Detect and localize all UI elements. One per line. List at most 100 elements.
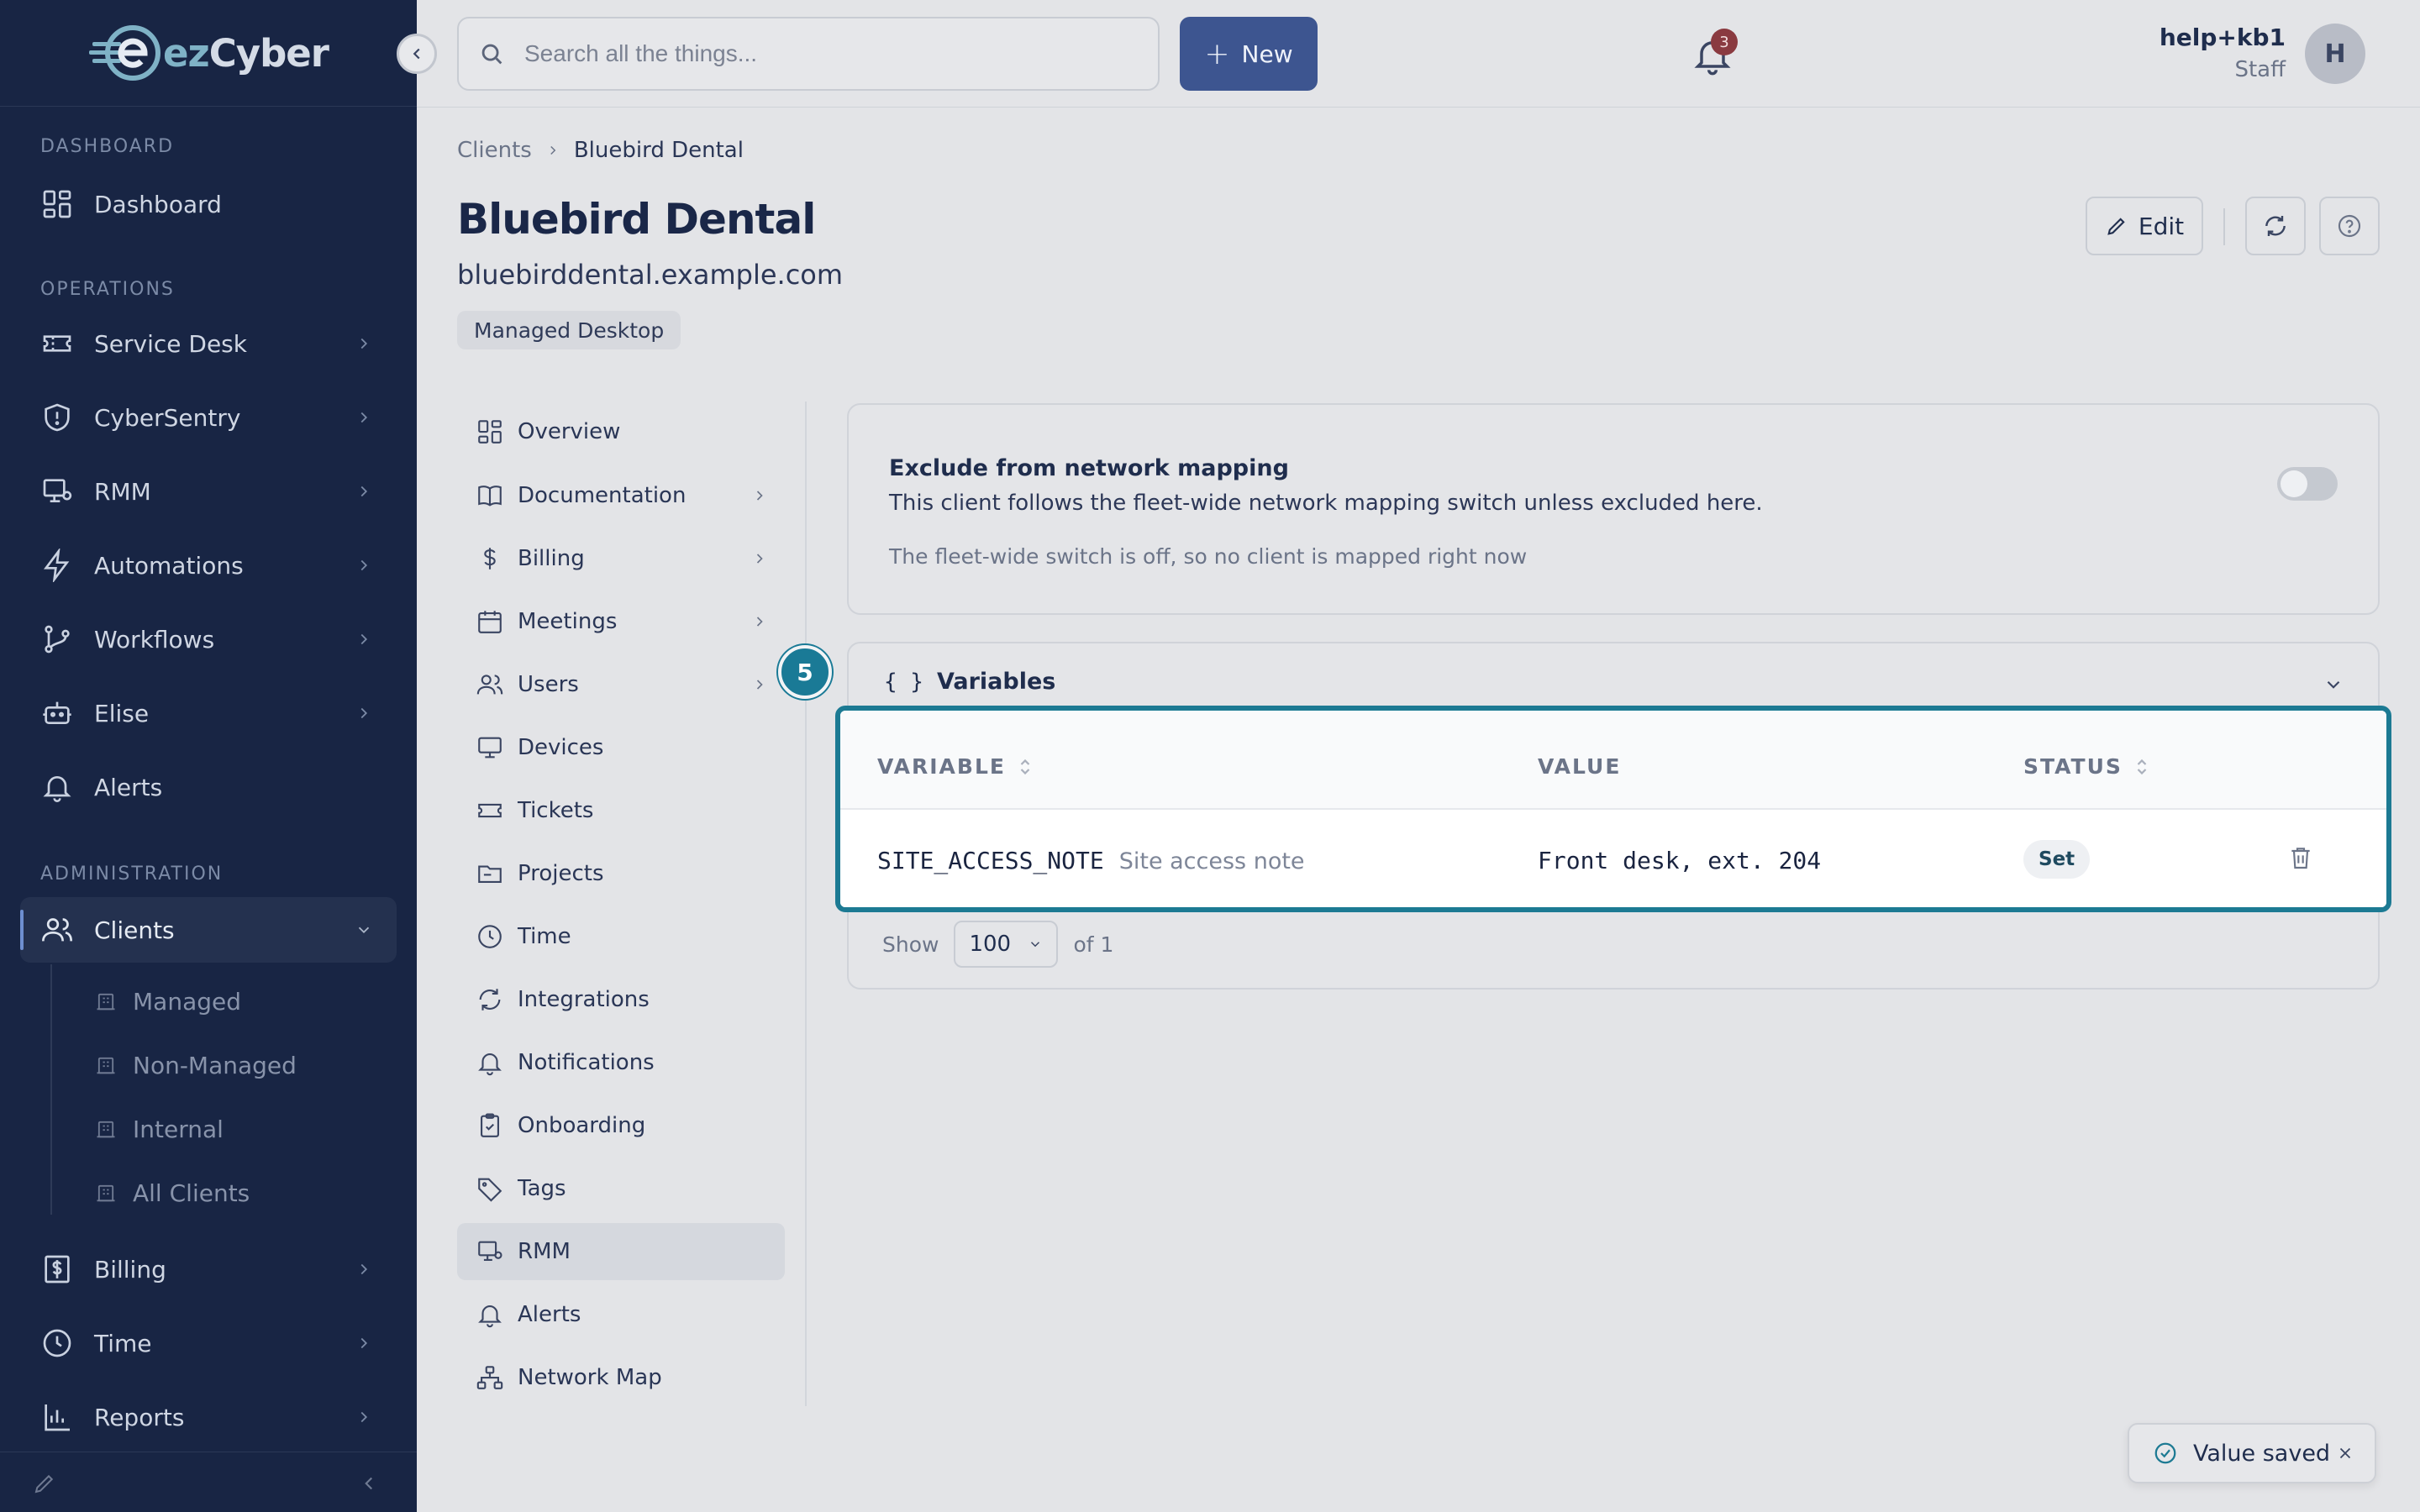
tab-onboarding[interactable]: Onboarding xyxy=(457,1097,785,1154)
tab-label: Tags xyxy=(518,1176,566,1201)
pencil-icon[interactable] xyxy=(32,1471,57,1496)
page-title: Bluebird Dental xyxy=(457,195,816,244)
trash-icon[interactable] xyxy=(2287,843,2314,872)
chevron-left-icon[interactable] xyxy=(358,1473,380,1494)
page-size-value: 100 xyxy=(969,932,1012,957)
chevron-right-icon xyxy=(360,1263,368,1275)
tab-label: RMM xyxy=(518,1239,571,1264)
table-row[interactable]: SITE_ACCESS_NOTE Site access note Front … xyxy=(840,810,2386,907)
breadcrumb-clients-link[interactable]: Clients xyxy=(457,138,532,163)
tab-label: Projects xyxy=(518,861,604,886)
sidebar-item-label: Service Desk xyxy=(94,329,247,358)
tab-label: Tickets xyxy=(518,798,594,823)
pagination: Show 100 of 1 xyxy=(882,921,1113,968)
sidebar-subitem-non-managed[interactable]: Non-Managed xyxy=(94,1040,297,1090)
sort-icon xyxy=(1020,759,1030,774)
variable-cell: SITE_ACCESS_NOTE Site access note xyxy=(877,847,1305,874)
tab-documentation[interactable]: Documentation xyxy=(457,467,785,524)
exclude-network-mapping-toggle[interactable] xyxy=(2277,467,2338,501)
tab-users[interactable]: Users xyxy=(457,656,785,713)
sidebar-collapse-button[interactable] xyxy=(397,34,437,74)
git-branch-icon xyxy=(45,625,70,654)
ticket-icon xyxy=(43,335,71,352)
header-divider xyxy=(2223,208,2225,245)
sidebar-item-elise[interactable]: Elise xyxy=(20,680,397,746)
tab-meetings[interactable]: Meetings xyxy=(457,593,785,650)
sidebar-item-time[interactable]: Time xyxy=(20,1310,397,1376)
tab-overview[interactable]: Overview xyxy=(457,403,785,460)
tab-time[interactable]: Time xyxy=(457,908,785,965)
sidebar-subitem-label: Non-Managed xyxy=(133,1051,297,1079)
pencil-icon xyxy=(2107,218,2125,235)
sidebar-subitem-label: Internal xyxy=(133,1115,224,1143)
pager-of-label: of 1 xyxy=(1073,932,1114,957)
sidebar-item-label: Time xyxy=(94,1329,152,1357)
user-name: help+kb1 xyxy=(2159,24,2286,51)
chevron-left-icon xyxy=(413,48,420,60)
clipboard-check-icon xyxy=(481,1113,499,1137)
network-icon xyxy=(476,1366,503,1389)
sidebar-item-billing[interactable]: Billing xyxy=(20,1236,397,1302)
chevron-right-icon xyxy=(360,338,368,349)
search-box[interactable] xyxy=(457,17,1160,91)
subnav-divider xyxy=(805,402,807,1406)
dollar-receipt-icon xyxy=(45,1255,70,1284)
sidebar-item-label: CyberSentry xyxy=(94,403,241,432)
column-header-label: STATUS xyxy=(2023,754,2123,779)
notifications-count-badge: 3 xyxy=(1711,29,1738,55)
brand-logo[interactable]: ezCyber xyxy=(89,24,329,82)
tab-network-map[interactable]: Network Map xyxy=(457,1349,785,1406)
toast-notification: Value saved xyxy=(2128,1423,2376,1483)
tab-devices[interactable]: Devices xyxy=(457,719,785,776)
folder-icon xyxy=(478,865,502,883)
brand-suffix: Cyber xyxy=(208,30,329,76)
sidebar-item-automations[interactable]: Automations xyxy=(20,533,397,598)
users-icon xyxy=(42,918,72,942)
tab-tickets[interactable]: Tickets xyxy=(457,782,785,839)
sidebar-item-alerts[interactable]: Alerts xyxy=(20,754,397,820)
sidebar-item-reports[interactable]: Reports xyxy=(20,1384,397,1450)
sidebar-item-dashboard[interactable]: Dashboard xyxy=(20,171,397,237)
plus-icon: + xyxy=(1204,36,1230,71)
new-button[interactable]: + New xyxy=(1180,17,1318,91)
sidebar-subitem-all-clients[interactable]: All Clients xyxy=(94,1168,250,1218)
tab-notifications[interactable]: Notifications xyxy=(457,1034,785,1091)
refresh-button[interactable] xyxy=(2245,197,2306,255)
variables-header[interactable]: { } Variables xyxy=(884,669,1055,695)
avatar[interactable]: H xyxy=(2305,24,2365,84)
column-header-variable[interactable]: VARIABLE xyxy=(877,754,1033,779)
edit-button[interactable]: Edit xyxy=(2086,197,2203,255)
variable-value[interactable]: Front desk, ext. 204 xyxy=(1538,847,1821,874)
tab-rmm[interactable]: RMM xyxy=(457,1223,785,1280)
robot-icon xyxy=(43,701,71,724)
status-badge: Set xyxy=(2023,840,2091,879)
sidebar-item-label: Elise xyxy=(94,699,150,727)
search-input[interactable] xyxy=(523,39,1111,68)
client-domain: bluebirddental.example.com xyxy=(457,259,844,291)
column-header-value: VALUE xyxy=(1538,754,1621,779)
sidebar-subitem-managed[interactable]: Managed xyxy=(94,976,241,1026)
tag-icon xyxy=(478,1178,502,1202)
lightning-icon xyxy=(44,549,70,582)
clock-icon xyxy=(43,1329,71,1357)
tab-tags[interactable]: Tags xyxy=(457,1160,785,1217)
chevron-right-icon xyxy=(550,145,556,155)
sidebar-item-workflows[interactable]: Workflows xyxy=(20,606,397,672)
ticket-icon xyxy=(478,803,502,818)
monitor-gear-icon xyxy=(43,479,72,502)
close-icon[interactable] xyxy=(2336,1444,2354,1462)
help-button[interactable] xyxy=(2319,197,2380,255)
sidebar-subitem-internal[interactable]: Internal xyxy=(94,1104,224,1154)
column-header-status[interactable]: STATUS xyxy=(2023,754,2149,779)
tab-integrations[interactable]: Integrations xyxy=(457,971,785,1028)
sidebar-item-service-desk[interactable]: Service Desk xyxy=(20,311,397,376)
sidebar-subitem-label: All Clients xyxy=(133,1179,250,1207)
sidebar-item-clients[interactable]: Clients xyxy=(20,897,397,963)
tab-billing[interactable]: Billing xyxy=(457,530,785,587)
sidebar-item-cybersentry[interactable]: CyberSentry xyxy=(20,385,397,450)
chevron-down-icon[interactable] xyxy=(2323,674,2344,696)
page-size-select[interactable]: 100 xyxy=(954,921,1059,968)
sidebar-item-rmm[interactable]: RMM xyxy=(20,459,397,524)
tab-projects[interactable]: Projects xyxy=(457,845,785,902)
tab-alerts[interactable]: Alerts xyxy=(457,1286,785,1343)
